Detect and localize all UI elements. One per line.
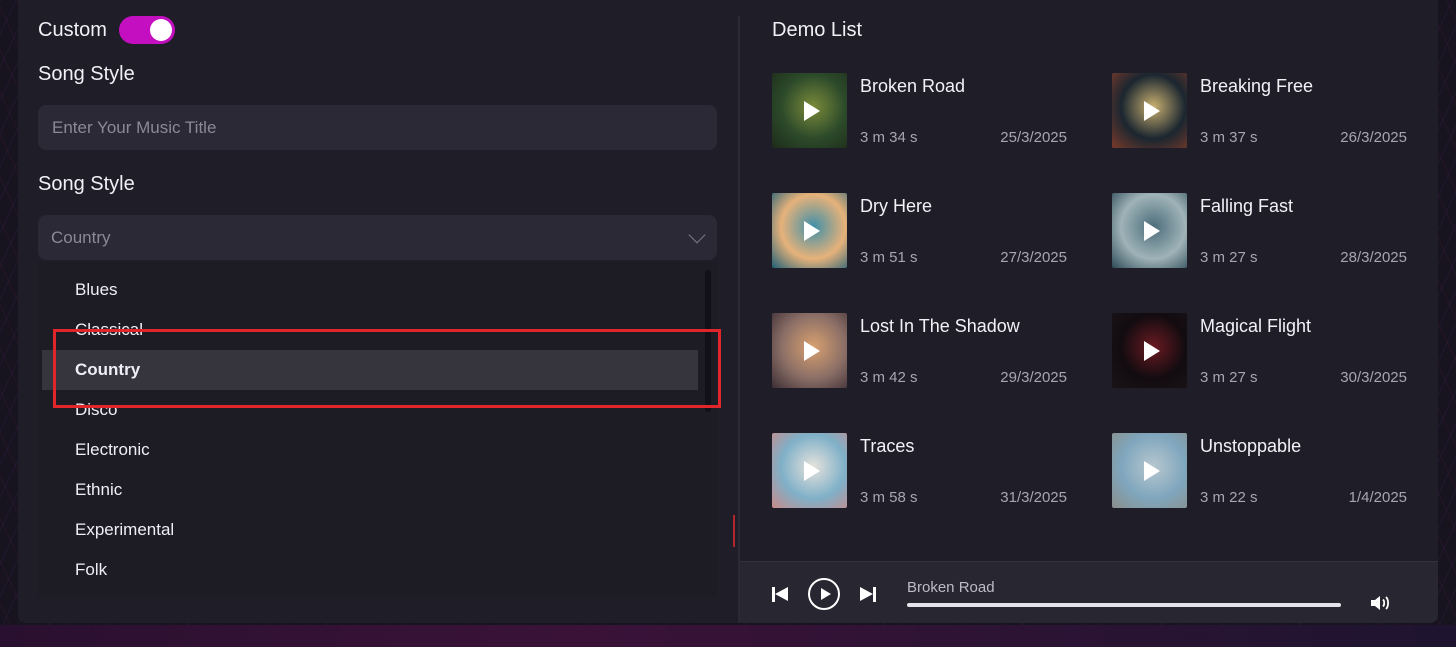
song-style-title-1: Song Style [38, 63, 135, 85]
song-thumbnail[interactable] [772, 313, 847, 388]
dropdown-option-disco[interactable]: Disco [38, 390, 698, 430]
song-date: 30/3/2025 [1340, 369, 1407, 386]
music-title-input[interactable]: Enter Your Music Title [38, 105, 717, 150]
song-thumbnail[interactable] [1112, 73, 1187, 148]
song-style-dropdown: Blues Classical Country Disco Electronic… [38, 262, 717, 596]
song-date: 31/3/2025 [1000, 489, 1067, 506]
song-duration: 3 m 58 s [860, 489, 918, 506]
play-icon[interactable] [1143, 340, 1160, 361]
play-icon[interactable] [803, 100, 820, 121]
dropdown-option-experimental[interactable]: Experimental [38, 510, 698, 550]
toggle-knob [149, 19, 172, 41]
dropdown-option-classical[interactable]: Classical [38, 310, 698, 350]
song-duration: 3 m 51 s [860, 249, 918, 266]
scroll-marker [733, 515, 735, 547]
custom-label: Custom [38, 18, 107, 41]
song-title: Unstoppable [1200, 436, 1302, 456]
dropdown-scrollbar[interactable] [705, 270, 711, 412]
dropdown-option-ethnic[interactable]: Ethnic [38, 470, 698, 510]
demo-song-item[interactable]: Lost In The Shadow 3 m 42 s 29/3/2025 [772, 313, 1067, 388]
song-title: Traces [860, 436, 915, 456]
song-date: 27/3/2025 [1000, 249, 1067, 266]
volume-icon[interactable] [1370, 594, 1392, 617]
demo-song-item[interactable]: Magical Flight 3 m 27 s 30/3/2025 [1112, 313, 1407, 388]
dropdown-option-blues[interactable]: Blues [38, 270, 698, 310]
dropdown-option-electronic[interactable]: Electronic [38, 430, 698, 470]
song-title: Lost In The Shadow [860, 316, 1020, 336]
demo-list-title: Demo List [772, 19, 863, 41]
song-thumbnail[interactable] [1112, 313, 1187, 388]
song-style-title-2: Song Style [38, 173, 135, 195]
demo-song-item[interactable]: Falling Fast 3 m 27 s 28/3/2025 [1112, 193, 1407, 268]
app-window: Custom Song Style Enter Your Music Title… [18, 0, 1438, 623]
play-icon[interactable] [1143, 220, 1160, 241]
song-title: Falling Fast [1200, 196, 1294, 216]
play-icon[interactable] [1143, 100, 1160, 121]
chevron-down-icon [688, 226, 706, 243]
play-icon[interactable] [803, 340, 820, 361]
right-panel: Demo List Broken Road 3 m 34 s 25/3/2025 Br… [740, 0, 1438, 623]
play-icon[interactable] [803, 460, 820, 481]
song-duration: 3 m 27 s [1200, 369, 1258, 386]
now-playing-title: Broken Road [907, 579, 995, 596]
song-date: 25/3/2025 [1000, 129, 1067, 146]
left-panel: Custom Song Style Enter Your Music Title… [18, 0, 738, 623]
song-title: Breaking Free [1200, 76, 1314, 96]
song-title: Magical Flight [1200, 316, 1312, 336]
demo-song-item[interactable]: Broken Road 3 m 34 s 25/3/2025 [772, 73, 1067, 148]
song-duration: 3 m 42 s [860, 369, 918, 386]
demo-song-item[interactable]: Traces 3 m 58 s 31/3/2025 [772, 433, 1067, 508]
demo-song-item[interactable]: Unstoppable 3 m 22 s 1/4/2025 [1112, 433, 1407, 508]
song-style-select[interactable]: Country [38, 215, 717, 260]
song-title: Dry Here [860, 196, 933, 216]
play-icon[interactable] [1143, 460, 1160, 481]
song-thumbnail[interactable] [772, 73, 847, 148]
song-date: 26/3/2025 [1340, 129, 1407, 146]
play-icon[interactable] [803, 220, 820, 241]
song-thumbnail[interactable] [1112, 193, 1187, 268]
music-title-placeholder: Enter Your Music Title [52, 117, 217, 137]
song-date: 29/3/2025 [1000, 369, 1067, 386]
song-thumbnail[interactable] [772, 433, 847, 508]
song-style-select-value: Country [51, 227, 111, 247]
song-duration: 3 m 37 s [1200, 129, 1258, 146]
song-thumbnail[interactable] [1112, 433, 1187, 508]
demo-song-item[interactable]: Breaking Free 3 m 37 s 26/3/2025 [1112, 73, 1407, 148]
custom-toggle[interactable] [118, 16, 175, 44]
song-thumbnail[interactable] [772, 193, 847, 268]
play-icon[interactable] [808, 578, 840, 610]
song-title: Broken Road [860, 76, 966, 96]
progress-bar[interactable] [907, 603, 1341, 607]
audio-player: Broken Road [740, 561, 1438, 623]
demo-song-item[interactable]: Dry Here 3 m 51 s 27/3/2025 [772, 193, 1067, 268]
song-duration: 3 m 27 s [1200, 249, 1258, 266]
dropdown-option-folk[interactable]: Folk [38, 550, 698, 590]
song-duration: 3 m 34 s [860, 129, 918, 146]
progress-fill [907, 603, 1341, 607]
dropdown-option-country[interactable]: Country [42, 350, 698, 390]
song-date: 1/4/2025 [1348, 489, 1407, 506]
song-date: 28/3/2025 [1340, 249, 1407, 266]
song-duration: 3 m 22 s [1200, 489, 1258, 506]
background-strip [0, 625, 1456, 647]
custom-toggle-row: Custom [38, 16, 175, 44]
